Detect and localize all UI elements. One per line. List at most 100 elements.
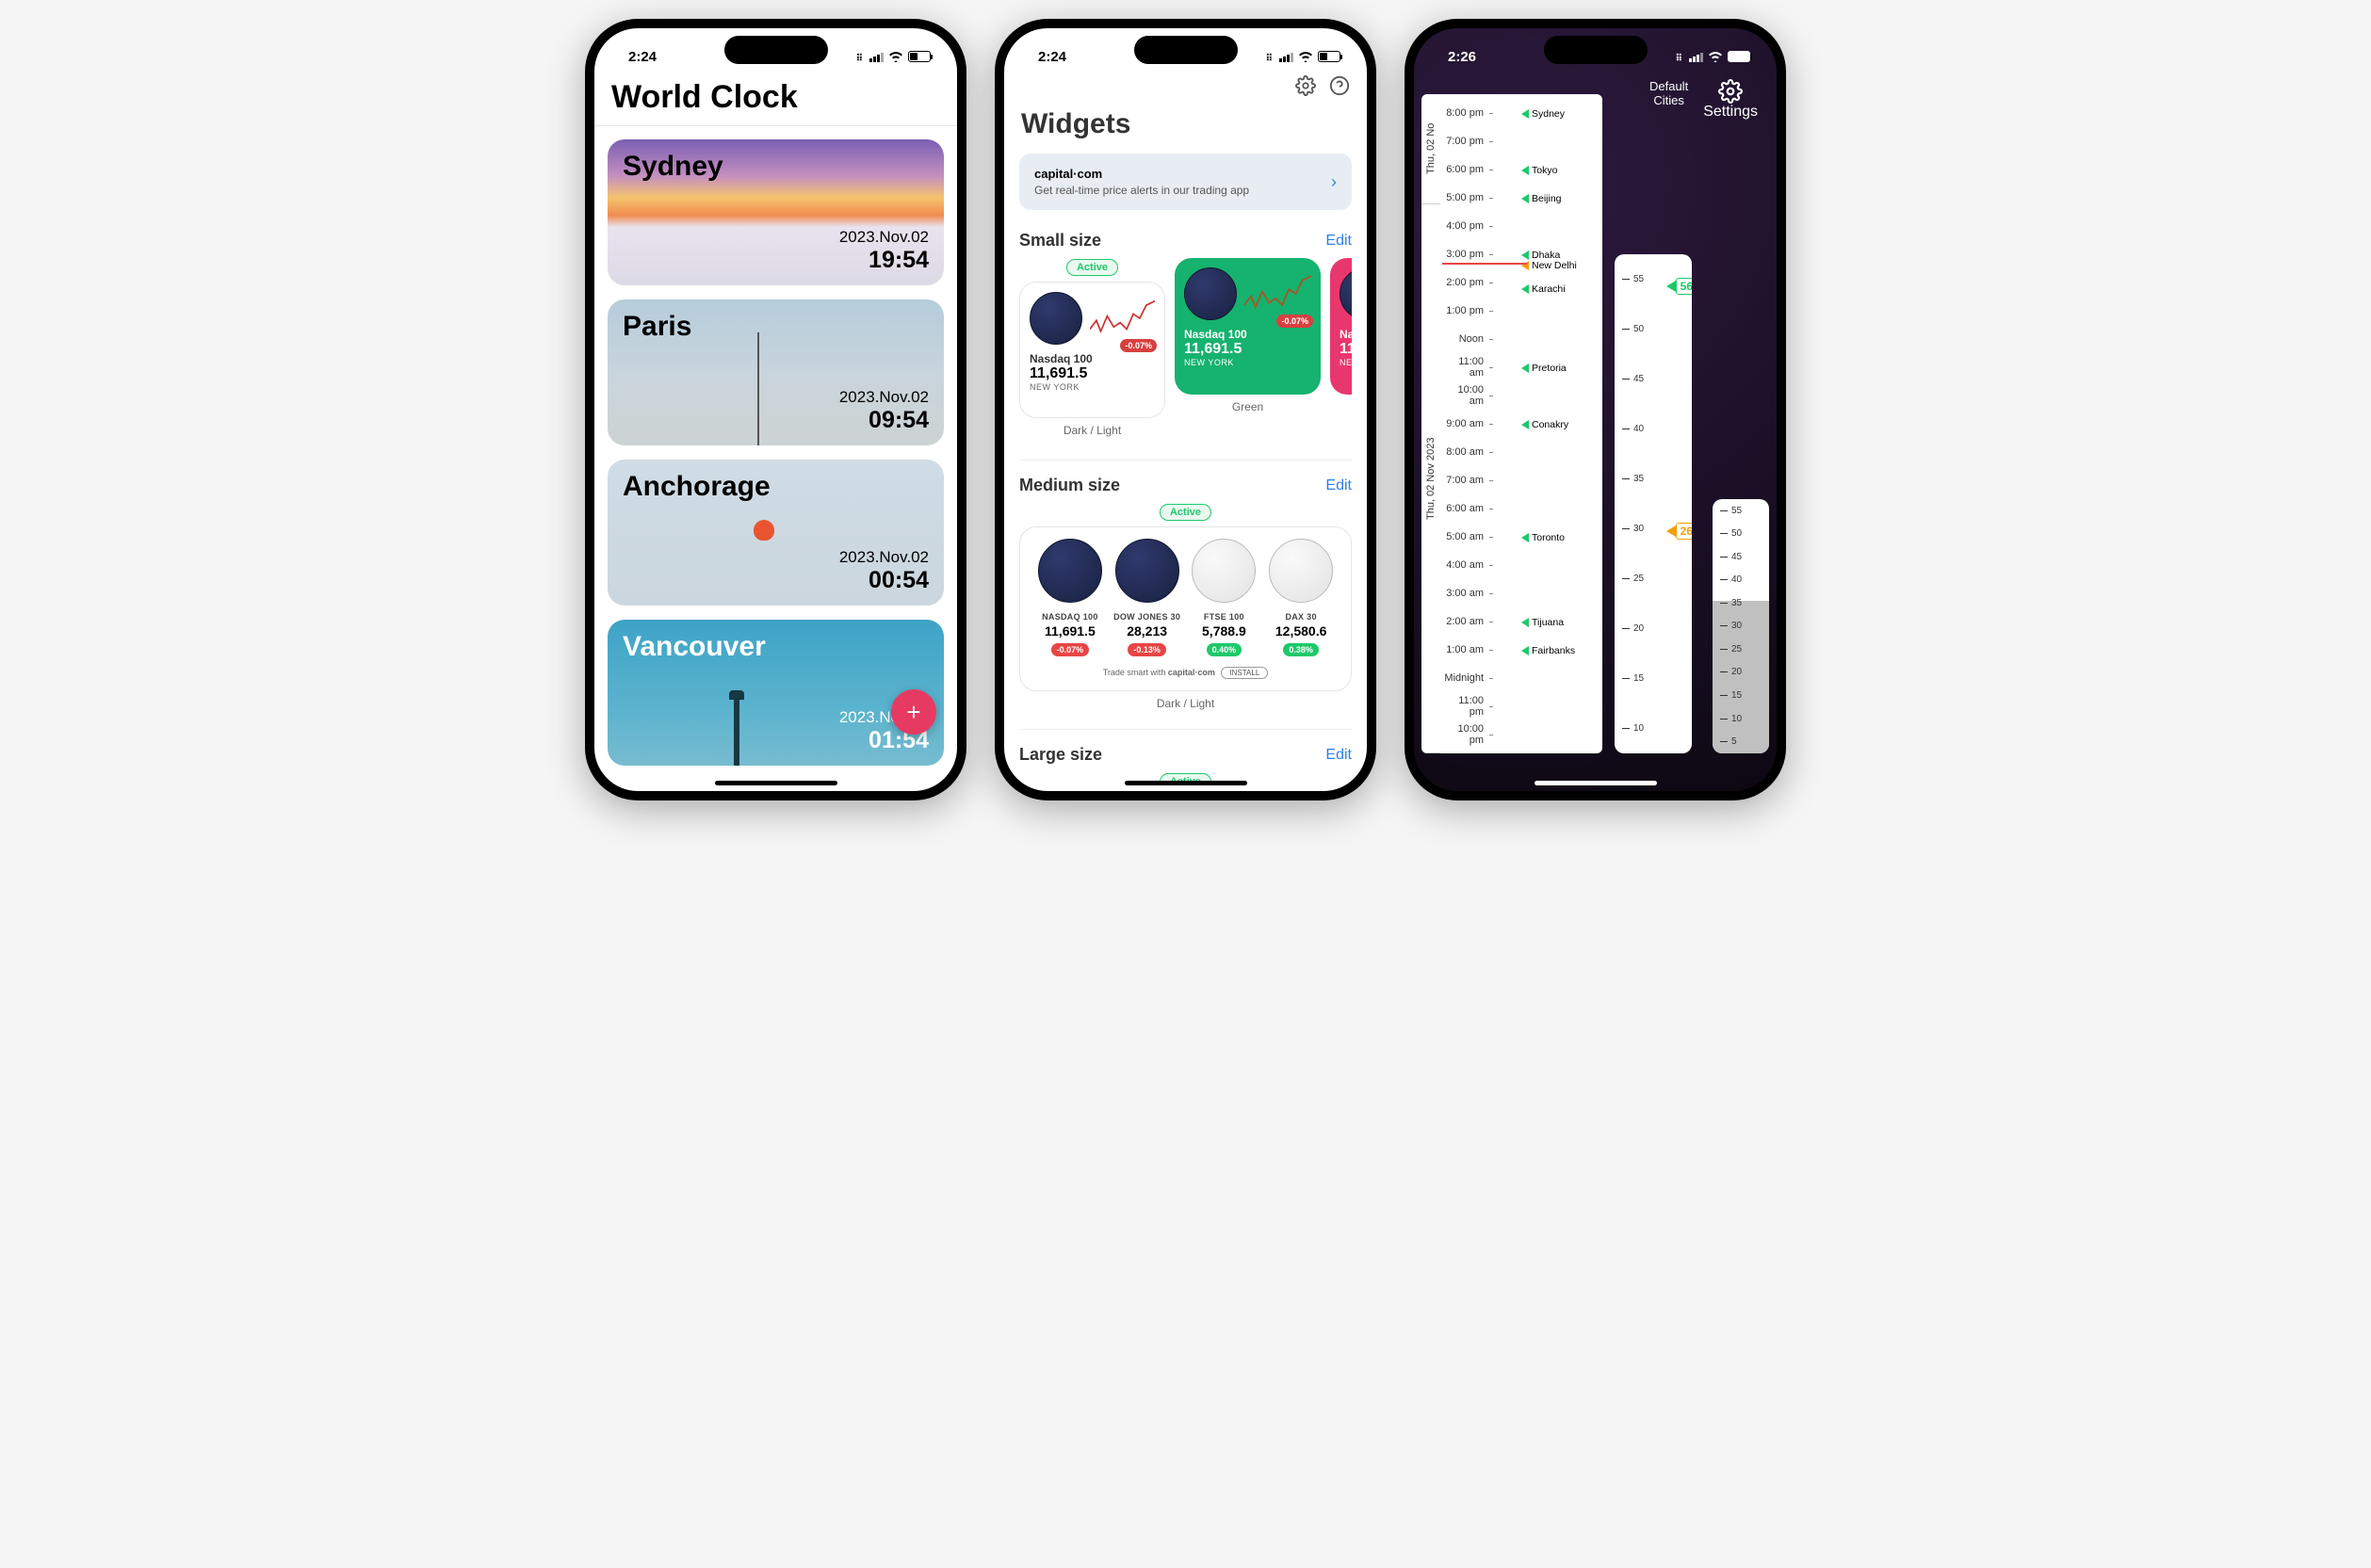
city-card-paris[interactable]: Paris2023.Nov.0209:54 (608, 299, 944, 445)
pct-badge: -0.07% (1120, 339, 1157, 352)
ruler-tick: 10 (1622, 723, 1644, 734)
edit-button[interactable]: Edit (1325, 233, 1352, 250)
city-marker[interactable]: New Delhi (1521, 260, 1577, 271)
medium-clock (1038, 539, 1102, 603)
marker-city: Pretoria (1532, 363, 1567, 374)
clock-icon (1184, 267, 1237, 320)
small-widget-light[interactable]: -0.07%Nasdaq 10011,691.5NEW YORK (1019, 282, 1165, 418)
ruler-tick: 5 (1720, 736, 1742, 747)
stat-value: 12,580.6 (1262, 623, 1340, 639)
small-widget-col: Nasdaq11,691NEW Y (1330, 258, 1352, 437)
city-marker[interactable]: Karachi (1521, 283, 1566, 295)
hour-row: Noon (1442, 325, 1602, 353)
edit-button[interactable]: Edit (1325, 747, 1352, 764)
city-marker[interactable]: Conakry (1521, 419, 1568, 430)
city-card-vancouver[interactable]: Vancouver2023.Nov.0201:54 (608, 620, 944, 766)
divider (1019, 729, 1352, 730)
hour-label: 10:00 am (1442, 384, 1489, 407)
city-time: 00:54 (839, 567, 929, 594)
footer-text: Trade smart with (1103, 668, 1166, 677)
marker-triangle-icon (1521, 618, 1529, 627)
ruler-pointer-green: 56 (1666, 278, 1692, 295)
hour-label: 5:00 am (1442, 531, 1489, 542)
city-marker[interactable]: Pretoria (1521, 363, 1567, 374)
hour-label: 3:00 pm (1442, 249, 1489, 260)
status-icons (856, 49, 931, 65)
phone-timeline: 2:26 Default Cities Settings Thu, 02 Nov… (1405, 19, 1786, 800)
clock-icon (1030, 292, 1082, 345)
gear-icon[interactable] (1295, 75, 1316, 101)
banner-capitalcom[interactable]: capital·com Get real-time price alerts i… (1019, 154, 1352, 210)
ruler-small[interactable]: 555045403530252015105 (1713, 499, 1769, 753)
small-widget-pink[interactable]: Nasdaq11,691NEW Y (1330, 258, 1352, 395)
ruler-tick: 45 (1720, 552, 1742, 562)
city-list[interactable]: Sydney2023.Nov.0219:54Paris2023.Nov.0209… (594, 126, 957, 785)
city-marker[interactable]: Tijuana (1521, 617, 1564, 628)
signal-icon (1689, 51, 1703, 62)
ruler-tick: 50 (1720, 528, 1742, 539)
city-marker[interactable]: Beijing (1521, 193, 1562, 204)
medium-clock (1269, 539, 1333, 603)
stat-item: FTSE 1005,788.90.40% (1186, 612, 1263, 657)
marker-triangle-icon (1521, 194, 1529, 203)
wifi-icon (1298, 51, 1313, 62)
phone-widgets: 2:24 Widgets capital·com Get real-time p… (995, 19, 1376, 800)
widgets-content[interactable]: capital·com Get real-time price alerts i… (1004, 154, 1367, 784)
city-marker[interactable]: Toronto (1521, 532, 1565, 543)
city-marker[interactable]: Tokyo (1521, 165, 1557, 176)
active-badge: Active (1066, 259, 1118, 276)
city-name: Sydney (623, 151, 929, 183)
banner-title: capital·com (1034, 167, 1331, 181)
index-value: 11,691.5 (1030, 365, 1155, 382)
edit-button[interactable]: Edit (1325, 477, 1352, 494)
hour-label: Midnight (1442, 672, 1489, 684)
index-name: Nasdaq 100 (1030, 352, 1155, 365)
ruler-large[interactable]: 55504540353025201510 56 26 (1615, 254, 1692, 753)
city-card-sydney[interactable]: Sydney2023.Nov.0219:54 (608, 139, 944, 285)
hour-row: 10:00 am (1442, 381, 1602, 410)
section-title: Small size (1019, 231, 1101, 251)
home-indicator[interactable] (1125, 781, 1247, 785)
signal-icon (1279, 51, 1293, 62)
marker-triangle-icon (1521, 533, 1529, 542)
marker-city: Conakry (1532, 419, 1568, 430)
home-indicator[interactable] (715, 781, 837, 785)
stat-item: DAX 3012,580.60.38% (1262, 612, 1340, 657)
small-widget-green[interactable]: -0.07%Nasdaq 10011,691.5NEW YORK (1175, 258, 1321, 395)
ruler-tick: 30 (1720, 621, 1742, 631)
section-title: Medium size (1019, 476, 1120, 495)
spark-chart (1090, 295, 1155, 342)
hour-list: 8:00 pm7:00 pm6:00 pm5:00 pm4:00 pm3:00 … (1442, 99, 1602, 753)
index-name: Nasdaq 100 (1184, 328, 1311, 341)
day-label-top: Thu, 02 No (1421, 94, 1440, 204)
hour-row: 3:00 am (1442, 579, 1602, 607)
ruler-tick: 35 (1720, 598, 1742, 608)
timeline-panel[interactable]: Thu, 02 Nov 2023 Thu, 02 No 8:00 pm7:00 … (1421, 94, 1602, 753)
medium-widget-card[interactable]: NASDAQ 10011,691.5-0.07%DOW JONES 3028,2… (1019, 526, 1352, 691)
marker-triangle-icon (1521, 646, 1529, 655)
phone-world-clock: 2:24 World Clock Sydney2023.Nov.0219:54P… (585, 19, 966, 800)
footer-brand: capital·com (1168, 668, 1215, 677)
install-button[interactable]: INSTALL (1221, 667, 1268, 679)
city-marker[interactable]: Sydney (1521, 108, 1565, 120)
city-marker[interactable]: Fairbanks (1521, 645, 1575, 656)
help-icon[interactable] (1329, 75, 1350, 101)
small-widgets-row[interactable]: Active-0.07%Nasdaq 10011,691.5NEW YORKDa… (1019, 258, 1352, 437)
marker-city: Sydney (1532, 108, 1565, 120)
city-card-anchorage[interactable]: Anchorage2023.Nov.0200:54 (608, 460, 944, 606)
notch (1134, 36, 1238, 64)
home-indicator[interactable] (1535, 781, 1657, 785)
add-city-button[interactable]: + (891, 689, 936, 735)
clock-icon (1115, 539, 1179, 603)
ruler-tick: 55 (1720, 506, 1742, 516)
marker-city: Beijing (1532, 193, 1562, 204)
stat-pct: 0.40% (1207, 643, 1242, 656)
stat-name: DOW JONES 30 (1109, 612, 1186, 622)
status-icons (1676, 49, 1750, 65)
ruler-tick: 40 (1622, 424, 1644, 434)
screen: 2:26 Default Cities Settings Thu, 02 Nov… (1414, 28, 1777, 791)
screen: 2:24 World Clock Sydney2023.Nov.0219:54P… (594, 28, 957, 791)
index-name: Nasdaq (1340, 328, 1352, 341)
marker-triangle-icon (1521, 109, 1529, 119)
battery-icon (1318, 51, 1340, 62)
